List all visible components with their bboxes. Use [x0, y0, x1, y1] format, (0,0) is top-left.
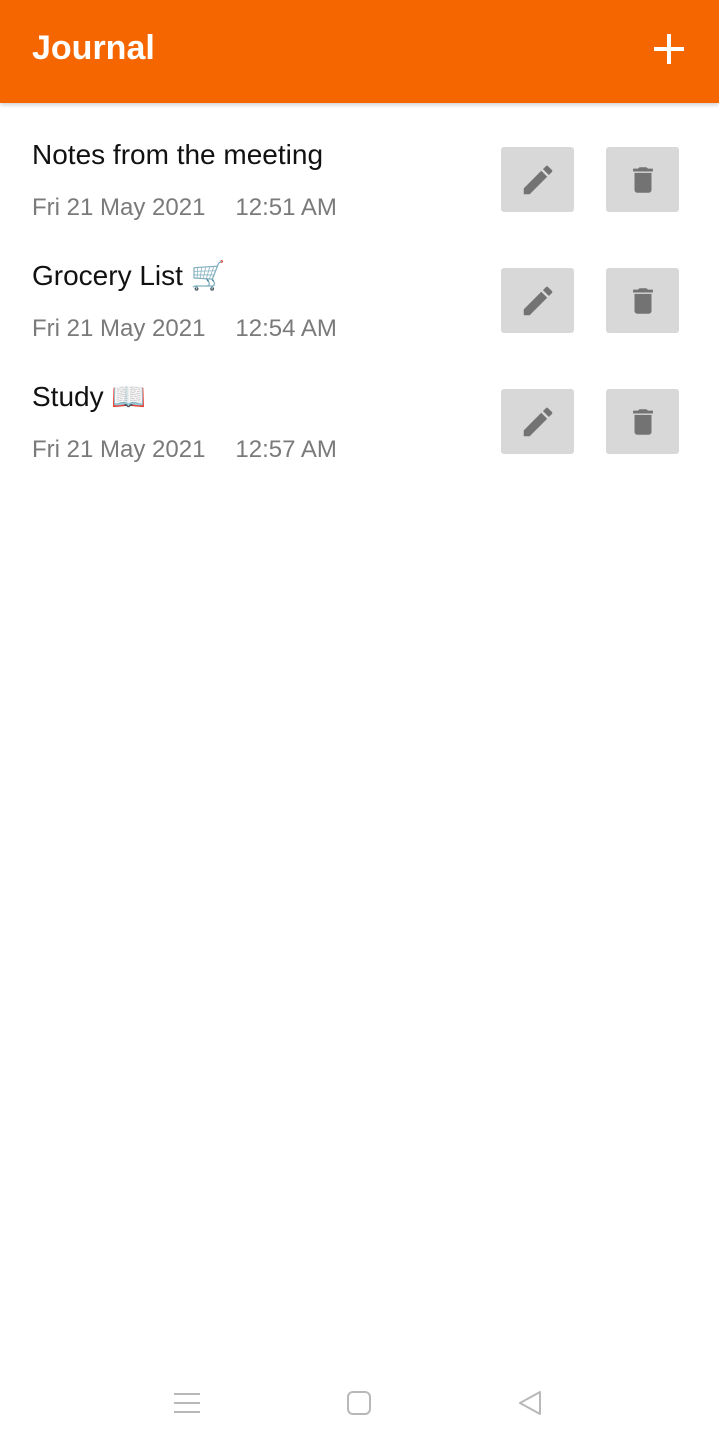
- delete-button[interactable]: [606, 147, 679, 212]
- delete-button[interactable]: [606, 268, 679, 333]
- entry-time: 12:51 AM: [235, 194, 337, 221]
- journal-app: Journal Notes from the meeting Fri 21 Ma…: [0, 0, 719, 1447]
- entry-title: Notes from the meeting: [32, 139, 324, 170]
- journal-list: Notes from the meeting Fri 21 May 2021 12…: [0, 103, 719, 484]
- entry-meta: Fri 21 May 2021 12:57 AM: [32, 435, 337, 465]
- entry-title: Study 📖: [32, 381, 147, 412]
- entry-date: Fri 21 May 2021: [32, 194, 206, 221]
- app-title: Journal: [32, 29, 155, 67]
- home-nav-button[interactable]: [339, 1385, 379, 1421]
- list-item[interactable]: Study 📖 Fri 21 May 2021 12:57 AM: [0, 363, 719, 484]
- list-item[interactable]: Notes from the meeting Fri 21 May 2021 12…: [0, 121, 719, 242]
- menu-nav-button[interactable]: [167, 1385, 207, 1421]
- app-bar: Journal: [0, 0, 719, 103]
- pencil-icon: [523, 407, 552, 436]
- trash-icon: [632, 287, 653, 314]
- pencil-icon: [523, 165, 552, 194]
- list-item[interactable]: Grocery List 🛒 Fri 21 May 2021 12:54 AM: [0, 242, 719, 363]
- back-icon: [519, 1391, 541, 1415]
- entry-date: Fri 21 May 2021: [32, 436, 206, 463]
- home-icon: [347, 1391, 371, 1415]
- delete-button[interactable]: [606, 389, 679, 454]
- trash-icon: [632, 408, 653, 435]
- edit-button[interactable]: [501, 268, 574, 333]
- entry-time: 12:54 AM: [235, 315, 337, 342]
- edit-button[interactable]: [501, 389, 574, 454]
- menu-icon: [174, 1393, 200, 1413]
- entry-time: 12:57 AM: [235, 436, 337, 463]
- system-navigation-bar: [0, 1358, 719, 1447]
- edit-button[interactable]: [501, 147, 574, 212]
- entry-date: Fri 21 May 2021: [32, 315, 206, 342]
- pencil-icon: [523, 286, 552, 315]
- entry-meta: Fri 21 May 2021 12:51 AM: [32, 193, 337, 223]
- entry-title: Grocery List 🛒: [32, 260, 226, 291]
- trash-icon: [632, 166, 653, 193]
- add-entry-button[interactable]: [639, 22, 699, 76]
- entry-meta: Fri 21 May 2021 12:54 AM: [32, 314, 337, 344]
- back-nav-button[interactable]: [510, 1385, 550, 1421]
- plus-icon: [654, 34, 684, 64]
